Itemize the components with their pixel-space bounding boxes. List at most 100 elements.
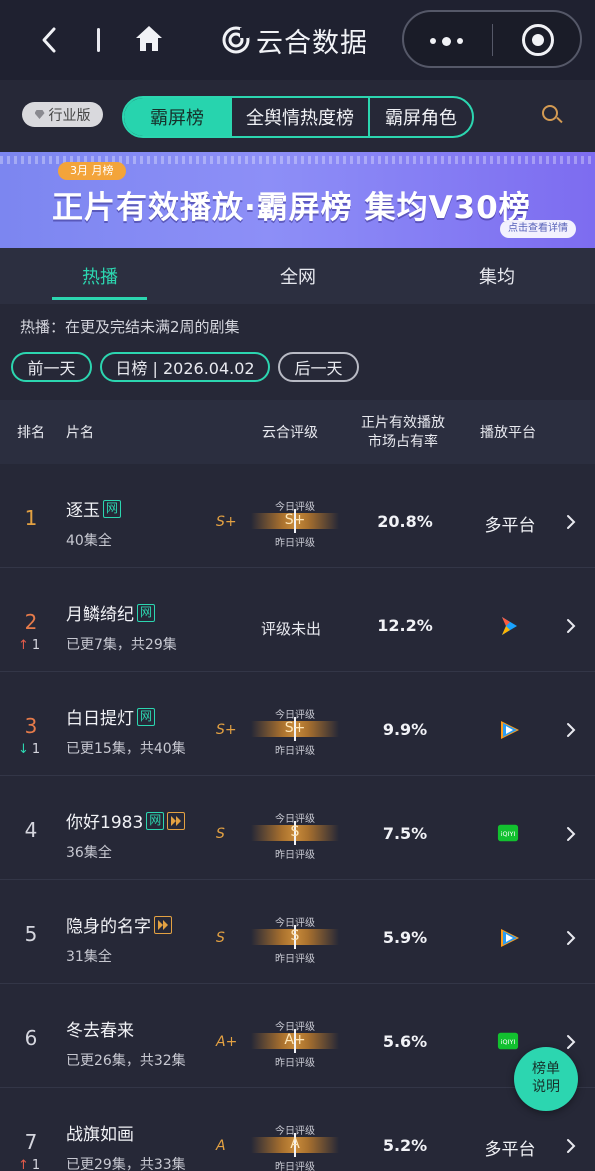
header-platform: 播放平台 xyxy=(480,425,536,441)
rating-gauge: 今日评级 S 昨日评级 xyxy=(251,914,339,965)
promo-banner[interactable]: 3月 月榜 正片有效播放·霸屏榜 集均V30榜 点击查看详情 xyxy=(0,152,595,248)
tencent-video-icon xyxy=(497,926,521,950)
market-share: 9.9% xyxy=(382,720,428,739)
chevron-right-icon[interactable] xyxy=(566,1138,576,1154)
header-title: 片名 xyxy=(66,425,94,441)
web-drama-badge: 网 xyxy=(103,499,121,518)
web-drama-badge: 网 xyxy=(137,707,155,726)
rating-grade: S+ xyxy=(216,722,237,738)
table-row[interactable]: 2 ↑ 1 月鳞绮纪网已更7集，共29集 评级未出 12.2% xyxy=(0,568,595,672)
row-rank: 2 xyxy=(24,610,38,634)
row-rank: 6 xyxy=(24,1026,38,1050)
row-title: 逐玉 xyxy=(66,501,100,521)
market-share: 5.2% xyxy=(382,1136,428,1155)
arrow-down-icon: ↓ xyxy=(18,742,29,757)
rating-value: S+ xyxy=(284,720,306,736)
rating-gauge: 今日评级 S+ 昨日评级 xyxy=(251,498,339,549)
subtab-all-network[interactable]: 全网 xyxy=(238,263,358,289)
chevron-right-icon[interactable] xyxy=(566,618,576,634)
row-rank: 3 xyxy=(24,714,38,738)
date-navigation: 前一天 日榜 | 2026.04.02 后一天 xyxy=(0,352,595,386)
yesterday-rating-label: 昨日评级 xyxy=(275,746,315,757)
row-title: 白日提灯 xyxy=(66,709,134,729)
rating-grade: A+ xyxy=(216,1034,238,1050)
rating-pending: 评级未出 xyxy=(260,620,321,638)
rating-value: A xyxy=(290,1136,300,1152)
row-rank: 4 xyxy=(24,818,38,842)
rating-grade: S xyxy=(216,826,225,842)
rating-gauge: 今日评级 S 昨日评级 xyxy=(251,810,339,861)
table-row[interactable]: 7 ↑ 1 战旗如画 已更29集，共33集 A 今日评级 A 昨日评级 5.2% 多平台 xyxy=(0,1088,595,1171)
back-arrow-icon[interactable] xyxy=(38,26,62,54)
market-share: 7.5% xyxy=(382,824,428,843)
web-drama-badge: 网 xyxy=(146,811,165,830)
next-day-button[interactable]: 后一天 xyxy=(278,352,359,382)
platform-label: 多平台 xyxy=(484,1140,536,1160)
chevron-right-icon[interactable] xyxy=(566,1034,576,1050)
play-badge-icon xyxy=(167,811,186,830)
row-episodes: 已更29集，共33集 xyxy=(66,1157,186,1171)
chevron-right-icon[interactable] xyxy=(566,826,576,842)
row-title-wrap: 白日提灯网 xyxy=(66,704,155,729)
chevron-right-icon[interactable] xyxy=(566,722,576,738)
row-title: 冬去春来 xyxy=(66,1021,134,1041)
tab-screen-dominance[interactable]: 霸屏榜 xyxy=(124,98,230,136)
header-share-line1: 正片有效播放 xyxy=(361,415,445,431)
web-drama-badge: 网 xyxy=(137,603,155,622)
subtab-hot[interactable]: 热播 xyxy=(40,263,160,289)
table-row[interactable]: 4 你好1983 网 36集全 S 今日评级 S 昨日评级 7.5% iQIYI xyxy=(0,776,595,880)
header-rank: 排名 xyxy=(17,425,45,441)
table-header: 排名 片名 云合评级 正片有效播放 市场占有率 播放平台 xyxy=(0,400,595,464)
prev-day-button[interactable]: 前一天 xyxy=(11,352,92,382)
row-title: 你好1983 xyxy=(66,813,144,833)
yesterday-rating-label: 昨日评级 xyxy=(275,1058,315,1069)
rank-change: 1 xyxy=(31,1158,41,1171)
rank-trend: ↓ 1 xyxy=(18,742,40,757)
chevron-right-icon[interactable] xyxy=(566,930,576,946)
rank-change: 1 xyxy=(31,638,41,653)
yesterday-rating-label: 昨日评级 xyxy=(275,538,315,549)
brand: 云合数据 xyxy=(222,20,368,60)
divider xyxy=(97,28,100,52)
row-title-wrap: 你好1983 网 xyxy=(66,808,186,833)
subtab-per-episode[interactable]: 集均 xyxy=(437,263,557,289)
industry-edition-label: 行业版 xyxy=(48,107,91,124)
ranking-help-button[interactable]: 榜单 说明 xyxy=(514,1047,578,1111)
help-label-line1: 榜单 xyxy=(532,1061,560,1077)
rating-gauge: 今日评级 A+ 昨日评级 xyxy=(251,1018,339,1069)
tab-top-characters[interactable]: 霸屏角色 xyxy=(368,98,472,136)
arrow-up-icon: ↑ xyxy=(18,638,29,653)
table-row[interactable]: 1 逐玉网 40集全 S+ 今日评级 S+ 昨日评级 20.8% 多平台 xyxy=(0,464,595,568)
banner-tag: 3月 月榜 xyxy=(58,162,126,180)
close-target-icon[interactable] xyxy=(522,24,554,56)
more-icon[interactable] xyxy=(430,36,463,46)
search-icon[interactable] xyxy=(532,102,572,130)
rating-value: S xyxy=(290,824,300,840)
industry-edition-badge[interactable]: 行业版 xyxy=(22,102,103,127)
yesterday-rating-label: 昨日评级 xyxy=(275,850,315,861)
rating-grade: S+ xyxy=(216,514,237,530)
table-row[interactable]: 6 冬去春来 已更26集，共32集 A+ 今日评级 A+ 昨日评级 5.6% iQIYI xyxy=(0,984,595,1088)
tab-public-opinion[interactable]: 全舆情热度榜 xyxy=(230,98,368,136)
row-rank: 7 xyxy=(24,1130,38,1154)
market-share: 12.2% xyxy=(377,616,433,635)
rating-gauge: 今日评级 A 昨日评级 xyxy=(251,1122,339,1171)
iqiyi-icon: iQIYI xyxy=(497,822,521,846)
row-episodes: 40集全 xyxy=(66,533,112,549)
brand-name: 云合数据 xyxy=(256,27,368,59)
table-row[interactable]: 3 ↓ 1 白日提灯网已更15集，共40集 S+ 今日评级 S+ 昨日评级 9.9% xyxy=(0,672,595,776)
rating-value: S+ xyxy=(284,512,306,528)
row-episodes: 31集全 xyxy=(66,949,112,965)
svg-text:iQIYI: iQIYI xyxy=(501,1038,516,1046)
banner-details-link[interactable]: 点击查看详情 xyxy=(500,220,576,238)
table-row[interactable]: 5 隐身的名字 31集全 S 今日评级 S 昨日评级 5.9% xyxy=(0,880,595,984)
date-selector[interactable]: 日榜 | 2026.04.02 xyxy=(100,352,270,382)
arrow-up-icon: ↑ xyxy=(18,1158,29,1171)
play-badge-icon xyxy=(154,915,172,934)
market-share: 20.8% xyxy=(377,512,433,531)
row-title-wrap: 冬去春来 xyxy=(66,1016,134,1041)
chevron-right-icon[interactable] xyxy=(566,514,576,530)
market-share: 5.6% xyxy=(382,1032,428,1051)
home-icon[interactable] xyxy=(134,24,164,54)
sub-tabs: 热播 全网 集均 xyxy=(0,248,595,304)
